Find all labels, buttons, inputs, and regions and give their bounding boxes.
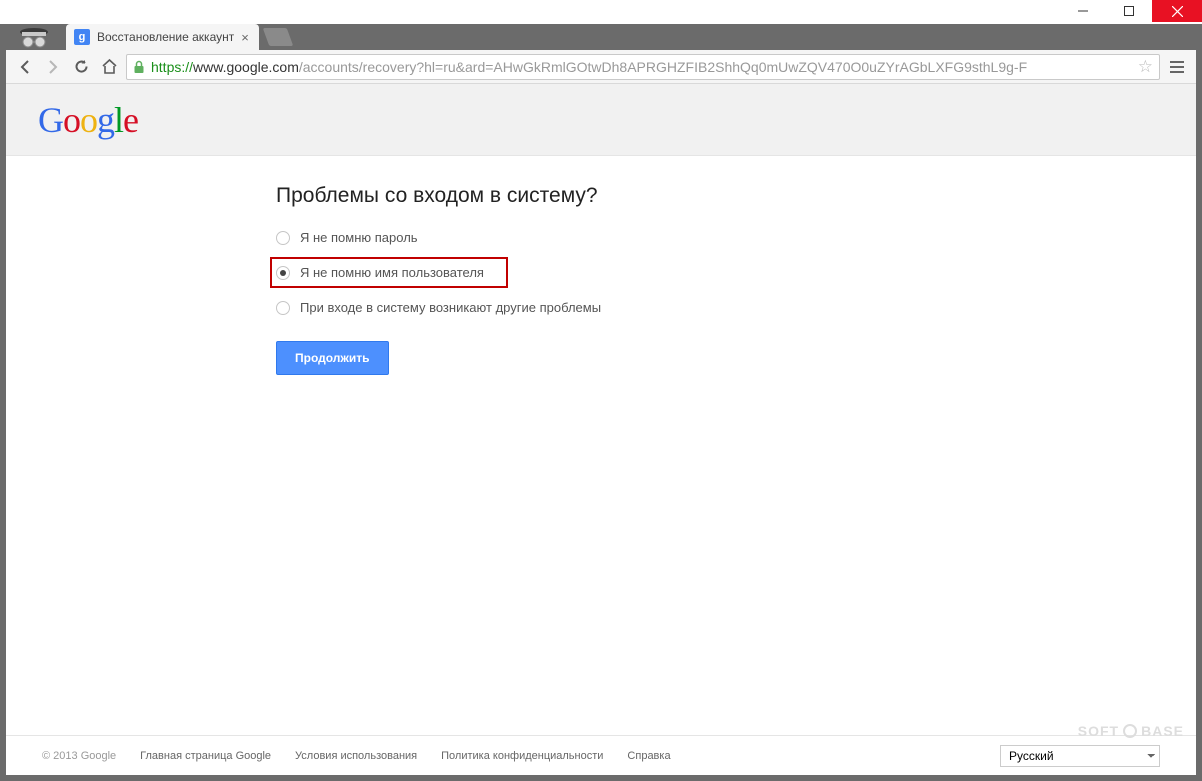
page-footer: © 2013 Google Главная страница Google Ус… (6, 735, 1196, 775)
back-button[interactable] (14, 56, 36, 78)
home-button[interactable] (98, 56, 120, 78)
tab-title: Восстановление аккаунт (97, 30, 234, 44)
window-titlebar (0, 0, 1202, 24)
main-content: Проблемы со входом в систему? Я не помню… (6, 156, 1196, 735)
option-label: При входе в систему возникают другие про… (300, 300, 601, 315)
address-bar[interactable]: https://www.google.com/accounts/recovery… (126, 54, 1160, 80)
radio-icon (276, 301, 290, 315)
tab-favicon-icon: g (74, 29, 90, 45)
page-header: Google (6, 84, 1196, 156)
option-label: Я не помню имя пользователя (300, 265, 484, 280)
footer-link-terms[interactable]: Условия использования (295, 750, 417, 762)
radio-icon (276, 231, 290, 245)
google-logo: Google (38, 99, 138, 141)
browser-toolbar: https://www.google.com/accounts/recovery… (6, 50, 1196, 84)
page-title: Проблемы со входом в систему? (276, 184, 1196, 208)
footer-link-privacy[interactable]: Политика конфиденциальности (441, 750, 603, 762)
option-forgot-password[interactable]: Я не помню пароль (276, 230, 1196, 245)
lock-icon (133, 60, 145, 74)
footer-link-help[interactable]: Справка (627, 750, 670, 762)
forward-button[interactable] (42, 56, 64, 78)
incognito-icon (16, 24, 52, 50)
footer-link-home[interactable]: Главная страница Google (140, 750, 271, 762)
minimize-button[interactable] (1060, 0, 1106, 22)
url-text: https://www.google.com/accounts/recovery… (151, 59, 1132, 75)
option-forgot-username[interactable]: Я не помню имя пользователя (270, 257, 508, 288)
bookmark-star-icon[interactable]: ☆ (1138, 57, 1153, 77)
radio-icon (276, 266, 290, 280)
chrome-menu-button[interactable] (1166, 56, 1188, 78)
tab-strip: g Восстановление аккаунт × (6, 24, 1196, 50)
browser-tab[interactable]: g Восстановление аккаунт × (66, 24, 259, 50)
option-other-problems[interactable]: При входе в систему возникают другие про… (276, 300, 1196, 315)
maximize-button[interactable] (1106, 0, 1152, 22)
continue-button[interactable]: Продолжить (276, 341, 389, 375)
language-select[interactable]: Русский (1000, 745, 1160, 767)
close-button[interactable] (1152, 0, 1202, 22)
new-tab-button[interactable] (263, 28, 294, 46)
footer-copyright: © 2013 Google (42, 750, 116, 762)
option-label: Я не помню пароль (300, 230, 418, 245)
reload-button[interactable] (70, 56, 92, 78)
tab-close-icon[interactable]: × (241, 30, 249, 45)
